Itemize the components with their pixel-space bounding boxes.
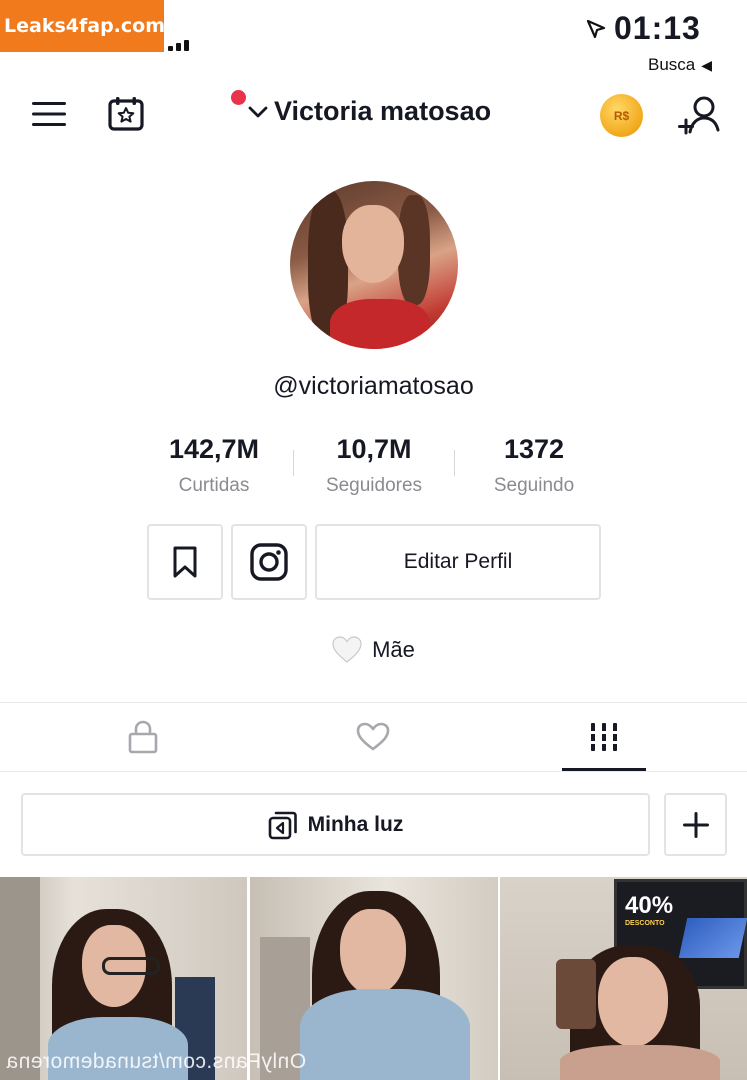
stat-likes-label: Curtidas [178,475,250,496]
coin-icon[interactable]: R$ [600,94,643,137]
back-triangle-icon: ◀ [701,56,713,73]
stat-following-label: Seguindo [493,475,575,496]
add-friend-button[interactable] [676,94,722,138]
edit-profile-label: Editar Perfil [403,550,513,573]
tab-private[interactable] [28,703,258,771]
overlay-watermark-text: OnlyFans.com/tsunademorena [6,1050,307,1073]
instagram-icon [250,543,288,581]
playlist-icon [268,811,297,839]
coin-label: R$ [613,108,630,123]
white-heart-icon [332,636,362,663]
tab-liked[interactable] [258,703,488,771]
stat-followers-label: Seguidores [325,475,423,496]
stat-following-value: 1372 [503,434,565,464]
instagram-button[interactable] [231,524,307,600]
tv-sign-percent: 40% [625,892,674,919]
calendar-button[interactable] [106,95,146,133]
stat-likes[interactable]: 142,7M Curtidas [139,434,289,497]
playlist-label: Minha luz [307,812,404,836]
stat-following[interactable]: 1372 Seguindo [459,434,609,497]
tv-sign-sub: DESCONTO [625,920,665,927]
tab-videos[interactable] [489,703,719,771]
add-playlist-button[interactable] [664,793,727,856]
chevron-down-icon [248,106,268,117]
profile-bio: Mãe [0,636,747,664]
signal-icon [168,40,189,51]
heart-icon [356,722,390,751]
bio-text: Mãe [372,637,415,662]
bookmarks-button[interactable] [147,524,223,600]
notification-dot [231,90,246,105]
username-title: Victoria matosao [274,96,492,126]
plus-icon [682,811,709,838]
profile-handle: @victoriamatosao [273,372,474,400]
account-switcher[interactable]: Victoria matosao [248,96,491,127]
playlist-button[interactable]: Minha luz [21,793,650,856]
calendar-star-icon [108,97,144,131]
grid-icon [590,723,618,751]
lock-icon [128,720,158,754]
add-user-icon [678,96,720,135]
stat-likes-value: 142,7M [168,434,260,464]
profile-avatar[interactable] [290,181,458,349]
menu-button[interactable] [30,98,68,130]
tabs-divider-bottom [0,771,747,772]
stat-divider [293,450,294,476]
back-link-label: Busca [648,55,696,74]
edit-profile-button[interactable]: Editar Perfil [315,524,601,600]
stat-followers-value: 10,7M [336,434,412,464]
bookmark-icon [173,546,197,578]
stat-divider [454,450,455,476]
back-link[interactable]: Busca ◀ [648,55,712,75]
menu-icon [32,102,66,126]
watermark-logo: Leaks4fap.com [0,0,165,52]
location-arrow-icon [586,19,606,38]
stat-followers[interactable]: 10,7M Seguidores [299,434,449,497]
status-time: 01:13 [614,10,701,46]
status-clock: 01:13 [586,10,701,47]
